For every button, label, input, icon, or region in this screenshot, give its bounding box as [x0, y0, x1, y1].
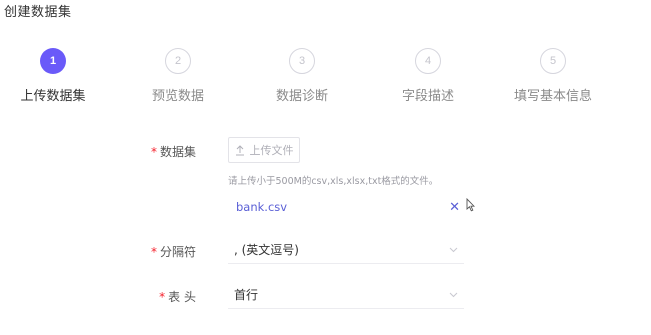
step-data-diagnosis[interactable]: 3 数据诊断	[242, 48, 362, 104]
upload-file-label: 上传文件	[249, 144, 294, 157]
step-label: 预览数据	[151, 89, 204, 104]
uploaded-file-item: bank.csv ✕	[228, 196, 464, 218]
delimiter-label-text: 分隔符	[159, 245, 196, 259]
step-label: 数据诊断	[275, 89, 328, 104]
close-icon[interactable]: ✕	[449, 200, 464, 215]
header-value: 首行	[234, 288, 259, 302]
header-select[interactable]: 首行	[228, 281, 464, 309]
step-number: 4	[415, 48, 441, 74]
required-mark: *	[150, 145, 157, 159]
step-number: 5	[540, 48, 566, 74]
delimiter-label: * 分隔符	[116, 243, 196, 260]
step-number: 3	[289, 48, 315, 74]
step-basic-info[interactable]: 5 填写基本信息	[493, 48, 613, 104]
create-dataset-page: 创建数据集 1 上传数据集 2 预览数据 3 数据诊断 4 字段描述 5 填写基…	[0, 0, 651, 335]
required-mark: *	[150, 245, 157, 259]
upload-hint: 请上传小于500M的csv,xls,xlsx,txt格式的文件。	[228, 176, 439, 187]
delimiter-value: , (英文逗号)	[234, 243, 299, 257]
delimiter-select[interactable]: , (英文逗号)	[228, 236, 464, 264]
mouse-pointer-icon	[466, 197, 476, 216]
step-preview-data[interactable]: 2 预览数据	[118, 48, 238, 104]
chevron-down-icon	[449, 292, 458, 298]
upload-file-button[interactable]: 上传文件	[228, 137, 300, 163]
step-number: 2	[165, 48, 191, 74]
header-label-text: 表 头	[168, 290, 196, 304]
step-field-description[interactable]: 4 字段描述	[368, 48, 488, 104]
file-name[interactable]: bank.csv	[228, 200, 287, 214]
step-label: 字段描述	[401, 89, 454, 104]
dataset-label: * 数据集	[116, 143, 196, 160]
page-title: 创建数据集	[4, 5, 72, 20]
required-mark: *	[159, 290, 166, 304]
dataset-label-text: 数据集	[159, 145, 196, 159]
step-number: 1	[40, 48, 66, 74]
upload-icon	[235, 144, 245, 156]
step-upload-dataset[interactable]: 1 上传数据集	[0, 48, 113, 104]
step-label: 填写基本信息	[513, 89, 592, 104]
header-label: * 表 头	[116, 288, 196, 305]
chevron-down-icon	[449, 247, 458, 253]
step-label: 上传数据集	[20, 89, 86, 104]
